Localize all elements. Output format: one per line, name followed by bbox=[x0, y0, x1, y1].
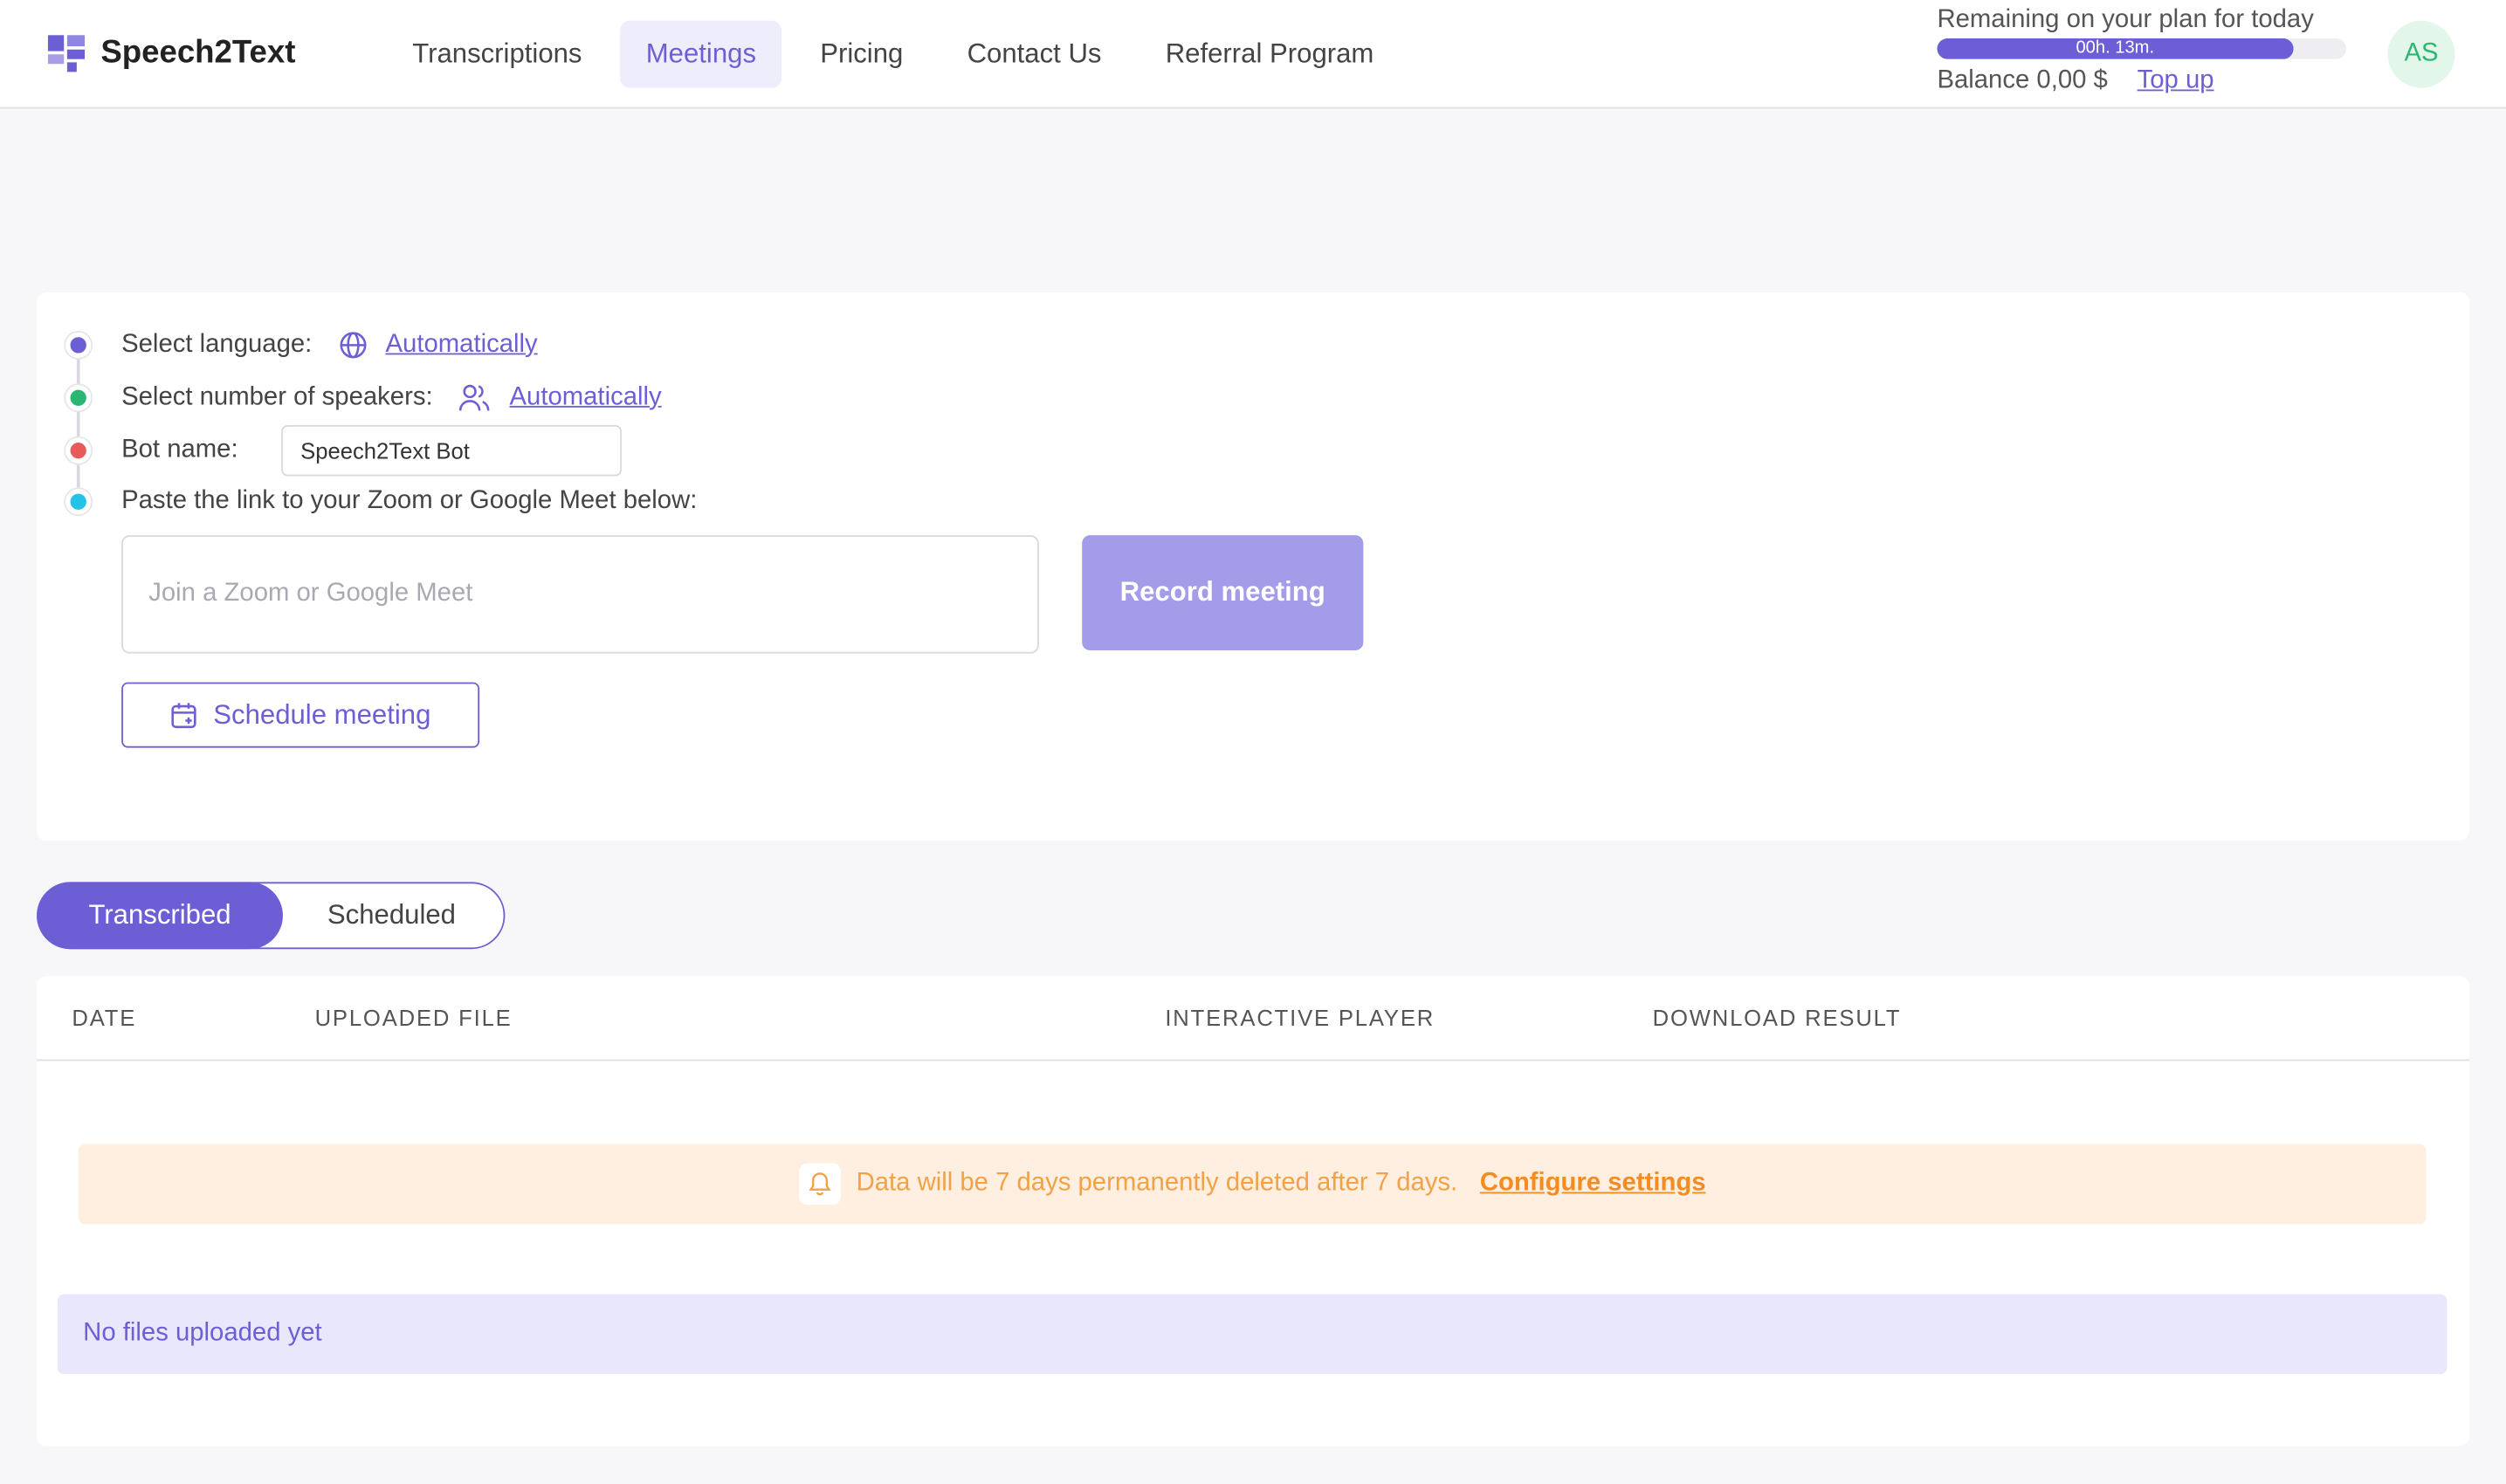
calendar-plus-icon bbox=[172, 702, 197, 728]
configure-settings-link[interactable]: Configure settings bbox=[1480, 1170, 1706, 1199]
top-up-link[interactable]: Top up bbox=[2138, 67, 2214, 94]
table-header: DATE UPLOADED FILE INTERACTIVE PLAYER DO… bbox=[37, 976, 2469, 1061]
globe-icon bbox=[339, 332, 366, 359]
logo-icon bbox=[47, 35, 86, 72]
step-link: Paste the link to your Zoom or Google Me… bbox=[65, 483, 697, 521]
empty-state: No files uploaded yet bbox=[57, 1294, 2447, 1375]
plan-label: Remaining on your plan for today bbox=[1937, 6, 2314, 34]
step-dot bbox=[65, 489, 92, 515]
column-download-result: DOWNLOAD RESULT bbox=[1652, 1005, 1902, 1031]
nav-meetings[interactable]: Meetings bbox=[620, 20, 782, 88]
record-meeting-button[interactable]: Record meeting bbox=[1082, 535, 1364, 650]
plan-status: Remaining on your plan for today 00h. 13… bbox=[1937, 6, 2347, 96]
column-uploaded-file: UPLOADED FILE bbox=[314, 1005, 513, 1031]
column-interactive-player: INTERACTIVE PLAYER bbox=[1165, 1005, 1435, 1031]
notice-text: Data will be 7 days permanently deleted … bbox=[856, 1169, 1458, 1197]
speakers-label: Select number of speakers: bbox=[121, 383, 433, 411]
schedule-meeting-button[interactable]: Schedule meeting bbox=[121, 682, 480, 748]
step-bot-name: Bot name: bbox=[65, 431, 238, 470]
nav-referral-program[interactable]: Referral Program bbox=[1139, 21, 1399, 88]
avatar[interactable]: AS bbox=[2387, 20, 2455, 88]
step-dot bbox=[65, 332, 92, 359]
tab-transcribed[interactable]: Transcribed bbox=[37, 882, 283, 950]
step-speakers: Select number of speakers: Automatically bbox=[65, 379, 662, 417]
bell-icon bbox=[798, 1163, 841, 1206]
plan-remaining-text: 00h. 13m. bbox=[2076, 38, 2155, 58]
language-select-link[interactable]: Automatically bbox=[386, 331, 538, 358]
nav-pricing[interactable]: Pricing bbox=[795, 21, 929, 88]
meeting-link-input[interactable] bbox=[121, 535, 1039, 654]
speakers-select-link[interactable]: Automatically bbox=[509, 383, 661, 410]
column-date: DATE bbox=[72, 1005, 137, 1031]
nav-contact-us[interactable]: Contact Us bbox=[941, 21, 1126, 88]
plan-progress-bar: 00h. 13m. bbox=[1937, 38, 2347, 59]
nav-transcriptions[interactable]: Transcriptions bbox=[387, 21, 608, 88]
step-dot bbox=[65, 437, 92, 464]
bot-name-label: Bot name: bbox=[121, 436, 238, 464]
retention-notice: Data will be 7 days permanently deleted … bbox=[78, 1144, 2427, 1225]
main-nav: Transcriptions Meetings Pricing Contact … bbox=[387, 20, 1400, 88]
balance-label: Balance 0,00 $ bbox=[1937, 66, 2108, 94]
meetings-filter-toggle: Transcribed Scheduled bbox=[37, 882, 506, 950]
logo[interactable]: Speech2Text bbox=[47, 35, 296, 72]
link-label: Paste the link to your Zoom or Google Me… bbox=[121, 487, 698, 515]
users-icon bbox=[459, 384, 490, 411]
bot-name-input[interactable] bbox=[281, 424, 623, 477]
balance-row: Balance 0,00 $ Top up bbox=[1937, 67, 2346, 96]
schedule-meeting-label: Schedule meeting bbox=[213, 698, 431, 730]
top-header: Speech2Text Transcriptions Meetings Pric… bbox=[0, 0, 2506, 109]
tab-scheduled[interactable]: Scheduled bbox=[302, 882, 481, 949]
steps-connector bbox=[76, 345, 80, 502]
meeting-settings-card: Select language: Automatically Select nu… bbox=[37, 292, 2469, 841]
language-label: Select language: bbox=[121, 331, 313, 359]
app-name: Speech2Text bbox=[100, 35, 296, 71]
step-dot bbox=[65, 385, 92, 411]
meetings-table: DATE UPLOADED FILE INTERACTIVE PLAYER DO… bbox=[37, 976, 2469, 1446]
step-language: Select language: Automatically bbox=[65, 326, 538, 364]
